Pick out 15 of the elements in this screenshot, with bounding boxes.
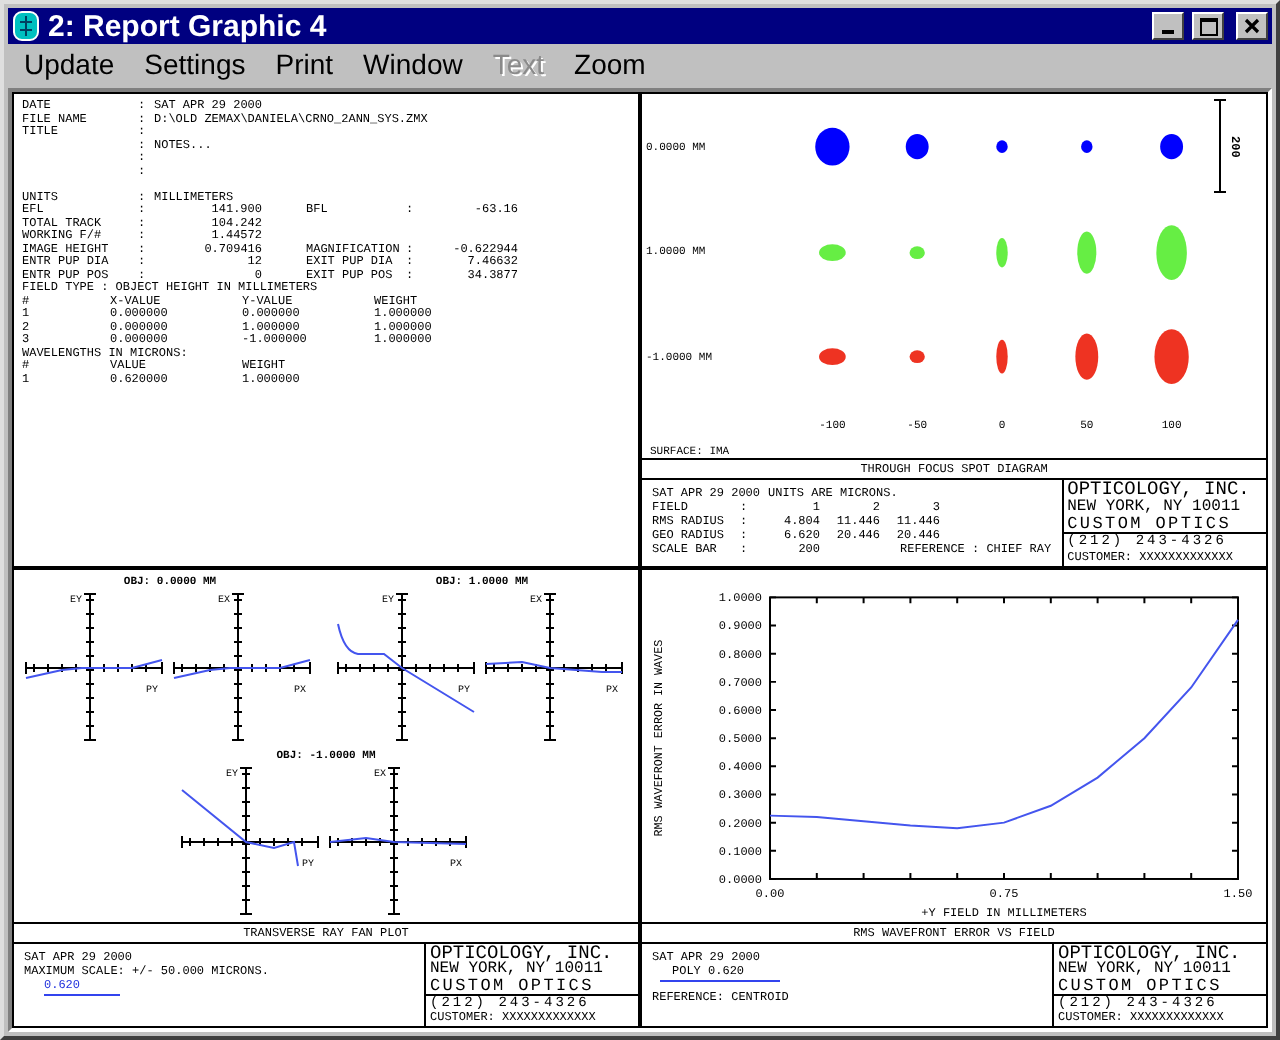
company-address: NEW YORK, NY 10011 xyxy=(1067,500,1243,516)
menu-item[interactable]: Print xyxy=(271,48,338,80)
company-address: NEW YORK, NY 10011 xyxy=(1058,962,1233,978)
menu-item[interactable]: Settings xyxy=(140,48,250,80)
company-tagline: CUSTOM OPTICS xyxy=(1058,978,1224,994)
window-title: 2: Report Graphic 4 xyxy=(48,9,329,43)
company-name: OPTICOLOGY, INC. xyxy=(1058,944,1243,962)
menu-item[interactable]: Zoom xyxy=(570,48,650,80)
company-name: OPTICOLOGY, INC. xyxy=(1067,480,1252,500)
menu-item[interactable]: Update xyxy=(20,48,119,80)
menu-item[interactable]: Window xyxy=(359,48,467,80)
company-name: OPTICOLOGY, INC. xyxy=(430,944,615,962)
company-tagline: CUSTOM OPTICS xyxy=(430,978,596,994)
company-address: NEW YORK, NY 10011 xyxy=(430,962,605,978)
company-tagline: CUSTOM OPTICS xyxy=(1067,516,1234,532)
